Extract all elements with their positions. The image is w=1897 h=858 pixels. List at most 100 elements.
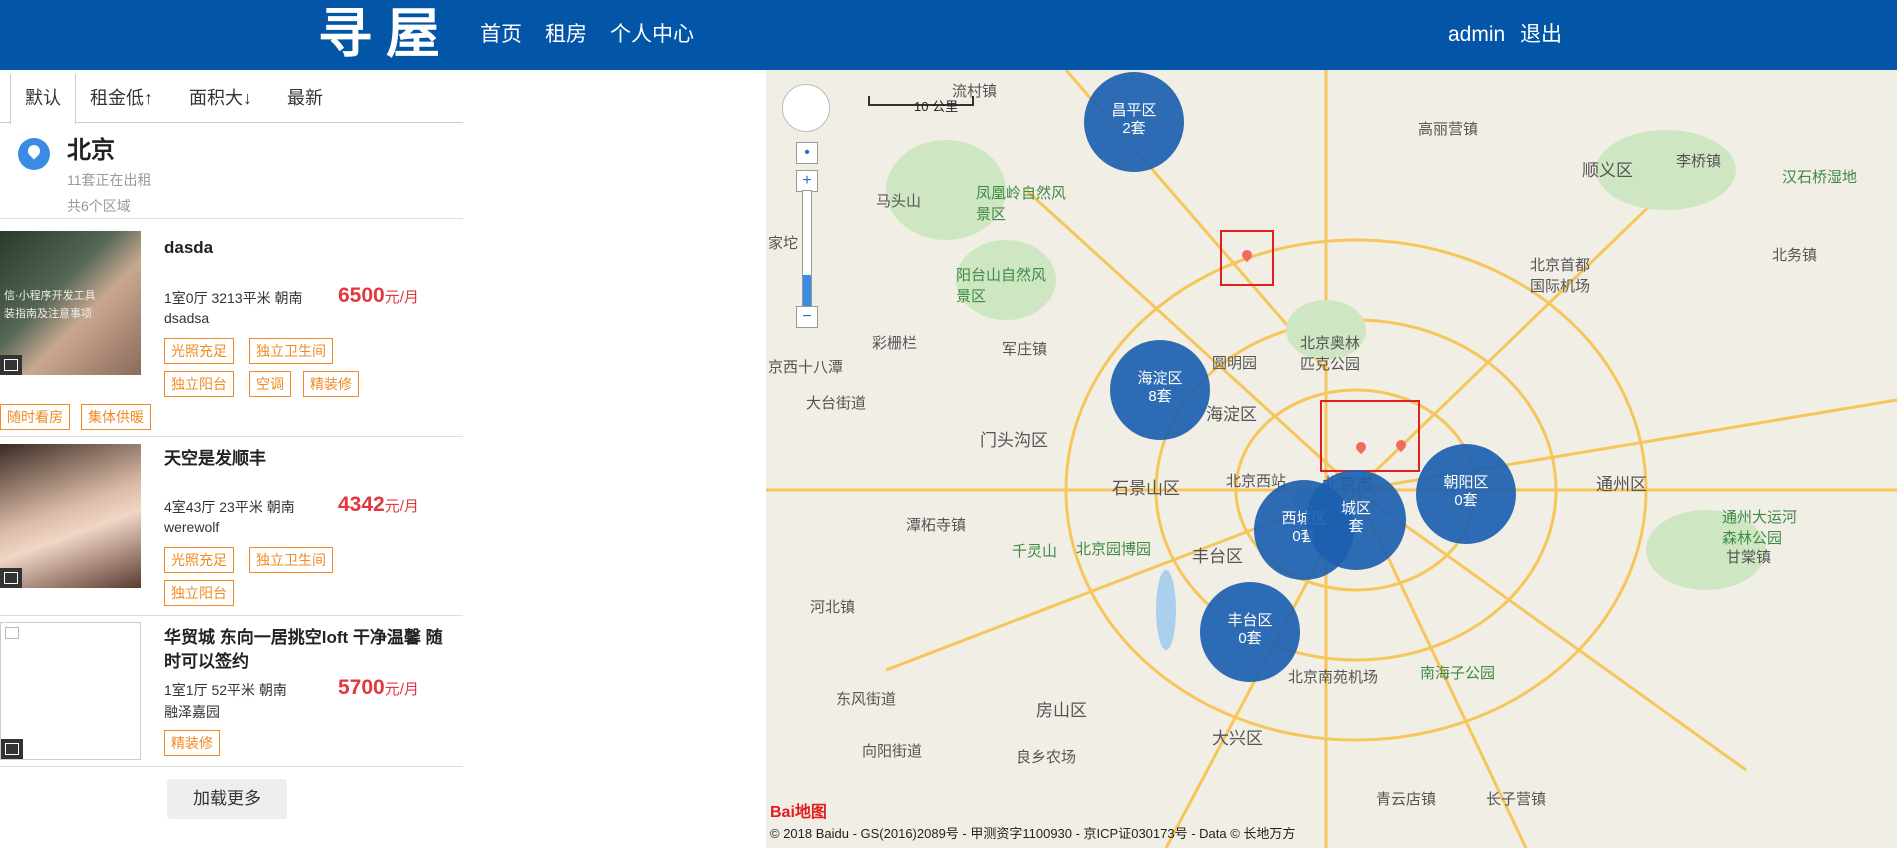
map-place-label: 大兴区 bbox=[1212, 729, 1263, 748]
username-link[interactable]: admin bbox=[1448, 20, 1505, 50]
map-place-label: 通州大运河森林公园 bbox=[1722, 509, 1798, 547]
house-thumbnail[interactable] bbox=[0, 622, 141, 760]
map-view[interactable]: • + − 10 公里 马头山 凤凰岭自然风景区 阳台山自然风景区 彩栅栏 军庄… bbox=[766, 70, 1897, 848]
feature-tag: 独立阳台 bbox=[164, 580, 234, 606]
house-thumbnail[interactable] bbox=[0, 444, 141, 588]
image-icon bbox=[0, 568, 22, 588]
house-price: 5700元/月 bbox=[338, 676, 419, 699]
nav-rent[interactable]: 租房 bbox=[545, 20, 587, 50]
locate-button[interactable]: • bbox=[796, 142, 818, 164]
region-count-text: 共6个区域 bbox=[67, 198, 131, 214]
map-place-label: 圆明园 bbox=[1212, 355, 1258, 372]
map-place-label: 南海子公园 bbox=[1420, 665, 1496, 682]
site-logo[interactable]: 寻屋 bbox=[318, 2, 454, 64]
selected-area-box[interactable] bbox=[1220, 230, 1274, 286]
house-list-panel: 默认 租金低↑ 面积大↓ 最新 北京 11套正在出租 共6个区域 信·小程序开发… bbox=[0, 70, 463, 858]
city-summary: 北京 11套正在出租 共6个区域 bbox=[0, 130, 463, 219]
map-place-label: 向阳街道 bbox=[862, 743, 923, 760]
house-item[interactable]: 华贸城 东向一居挑空loft 干净温馨 随时可以签约 1室1厅 52平米 朝南 … bbox=[0, 616, 463, 767]
location-pin-icon bbox=[18, 138, 50, 170]
map-place-label: 凤凰岭自然风景区 bbox=[976, 185, 1067, 223]
map-place-label: 海淀区 bbox=[1206, 405, 1257, 424]
broken-image-icon bbox=[5, 627, 19, 639]
map-copyright: © 2018 Baidu - GS(2016)2089号 - 甲测资字11009… bbox=[770, 826, 1296, 841]
map-place-label: 彩栅栏 bbox=[872, 335, 918, 352]
house-owner: dsadsa bbox=[164, 310, 210, 326]
sort-price-asc[interactable]: 租金低↑ bbox=[90, 74, 153, 122]
house-price: 4342元/月 bbox=[338, 493, 419, 516]
pan-control[interactable] bbox=[782, 84, 830, 132]
zoom-slider[interactable] bbox=[802, 190, 812, 322]
map-place-label: 青云店镇 bbox=[1376, 791, 1437, 808]
map-place-label: 顺义区 bbox=[1582, 161, 1633, 180]
map-place-label: 阳台山自然风景区 bbox=[956, 267, 1047, 305]
feature-tag: 独立卫生间 bbox=[249, 338, 333, 364]
map-place-label: 良乡农场 bbox=[1016, 749, 1077, 766]
logout-link[interactable]: 退出 bbox=[1520, 20, 1562, 50]
house-owner: werewolf bbox=[164, 519, 220, 535]
map-place-label: 高丽营镇 bbox=[1418, 121, 1479, 138]
feature-tag: 独立卫生间 bbox=[249, 547, 333, 573]
nav-home[interactable]: 首页 bbox=[480, 20, 522, 50]
map-place-label: 河北镇 bbox=[810, 599, 856, 616]
feature-tag: 精装修 bbox=[303, 371, 359, 397]
district-cluster[interactable]: 丰台区 0套 bbox=[1200, 582, 1300, 682]
feature-tag: 精装修 bbox=[164, 730, 220, 756]
map-place-label: 北京首都国际机场 bbox=[1530, 257, 1591, 295]
feature-tag: 光照充足 bbox=[164, 338, 234, 364]
house-item[interactable]: 天空是发顺丰 4室43厅 23平米 朝南 werewolf 4342元/月 光照… bbox=[0, 437, 463, 616]
map-place-label: 长子营镇 bbox=[1486, 791, 1547, 808]
zoom-out-button[interactable]: − bbox=[796, 306, 818, 328]
sort-newest[interactable]: 最新 bbox=[287, 74, 323, 122]
house-title[interactable]: 天空是发顺丰 bbox=[164, 447, 454, 471]
map-place-label: 大台街道 bbox=[806, 395, 867, 412]
feature-tag: 空调 bbox=[249, 371, 291, 397]
map-place-label: 丰台区 bbox=[1192, 547, 1243, 566]
map-place-label: 汉石桥湿地 bbox=[1782, 169, 1858, 186]
map-place-label: 家坨 bbox=[768, 235, 799, 252]
house-item[interactable]: 信·小程序开发工具 装指南及注意事项 dasda 1室0厅 3213平米 朝南 … bbox=[0, 224, 463, 437]
house-marker-icon[interactable] bbox=[1393, 437, 1409, 453]
sort-bar: 默认 租金低↑ 面积大↓ 最新 bbox=[0, 74, 463, 124]
house-spec: 1室0厅 3213平米 朝南 bbox=[164, 290, 303, 306]
feature-tag: 独立阳台 bbox=[164, 371, 234, 397]
load-more-button[interactable]: 加载更多 bbox=[167, 779, 287, 819]
house-owner: 融泽嘉园 bbox=[164, 704, 220, 720]
map-place-label: 门头沟区 bbox=[980, 431, 1048, 450]
house-title[interactable]: 华贸城 东向一居挑空loft 干净温馨 随时可以签约 bbox=[164, 626, 454, 674]
map-place-label: 李桥镇 bbox=[1676, 153, 1722, 170]
house-marker-icon[interactable] bbox=[1239, 247, 1255, 263]
house-spec: 1室1厅 52平米 朝南 bbox=[164, 682, 287, 698]
map-place-label: 北京南苑机场 bbox=[1288, 669, 1379, 686]
map-place-label: 石景山区 bbox=[1112, 479, 1180, 498]
map-place-label: 马头山 bbox=[876, 193, 922, 210]
district-cluster[interactable]: 昌平区 2套 bbox=[1084, 72, 1184, 172]
map-place-label: 北京园博园 bbox=[1076, 541, 1152, 558]
house-marker-icon[interactable] bbox=[1353, 439, 1369, 455]
district-cluster[interactable]: 朝阳区 0套 bbox=[1416, 444, 1516, 544]
baidu-map-logo[interactable]: Bai地图 bbox=[770, 798, 827, 822]
map-place-label: 潭柘寺镇 bbox=[906, 517, 967, 534]
nav-user-center[interactable]: 个人中心 bbox=[610, 20, 694, 50]
map-place-label: 北务镇 bbox=[1772, 247, 1818, 264]
zoom-in-button[interactable]: + bbox=[796, 170, 818, 192]
map-place-label: 东风街道 bbox=[836, 691, 897, 708]
house-count-text: 11套正在出租 bbox=[67, 172, 152, 188]
map-place-label: 甘棠镇 bbox=[1726, 549, 1772, 566]
house-thumbnail[interactable]: 信·小程序开发工具 装指南及注意事项 bbox=[0, 231, 141, 375]
house-price: 6500元/月 bbox=[338, 284, 419, 307]
sort-area-desc[interactable]: 面积大↓ bbox=[189, 74, 252, 122]
house-spec: 4室43厅 23平米 朝南 bbox=[164, 499, 295, 515]
district-cluster[interactable]: 海淀区 8套 bbox=[1110, 340, 1210, 440]
house-title[interactable]: dasda bbox=[164, 236, 454, 260]
map-place-label: 京西十八潭 bbox=[768, 359, 844, 376]
top-navbar: 寻屋 首页 租房 个人中心 admin 退出 bbox=[0, 0, 1897, 70]
map-place-label: 流村镇 bbox=[952, 83, 998, 100]
sort-default[interactable]: 默认 bbox=[10, 74, 76, 124]
thumbnail-caption: 信·小程序开发工具 装指南及注意事项 bbox=[4, 290, 96, 320]
selected-area-box[interactable] bbox=[1320, 400, 1420, 472]
map-place-label: 北京奥林匹克公园 bbox=[1300, 335, 1361, 373]
map-place-label: 千灵山 bbox=[1012, 543, 1058, 560]
image-icon bbox=[0, 355, 22, 375]
district-cluster[interactable]: 城区套 bbox=[1306, 470, 1406, 570]
